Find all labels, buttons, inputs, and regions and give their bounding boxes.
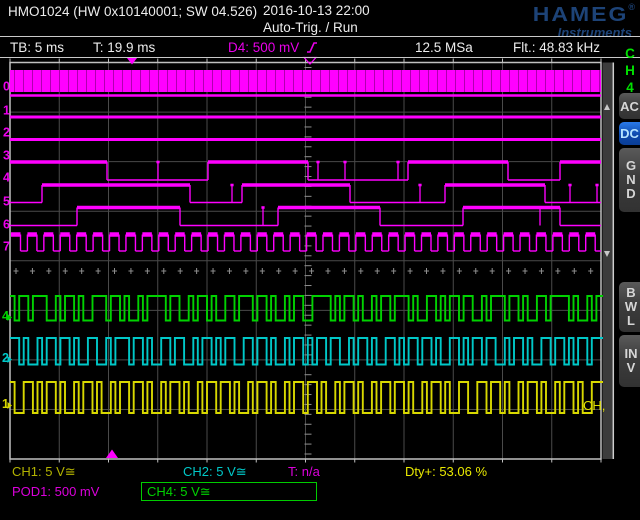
inv-button[interactable]: INV xyxy=(619,335,640,387)
analog-trace-ch1 xyxy=(10,382,603,413)
coupling-ac-button[interactable]: AC xyxy=(619,93,640,119)
sidebar-channel-label: CH4 xyxy=(623,45,637,96)
filter-readout: Flt.: 48.83 kHz xyxy=(513,40,600,55)
bwl-button[interactable]: BWL xyxy=(619,282,640,332)
datetime: 2016-10-13 22:00 xyxy=(263,3,370,18)
ch4-readout: CH4: 5 V≅ xyxy=(147,484,211,499)
statusbar-separator xyxy=(0,57,640,58)
trigger-time-readout: T: 19.9 ms xyxy=(93,40,155,55)
clipped-channel-label: CH, xyxy=(583,398,605,413)
trigger-source-text: D4: 500 mV xyxy=(228,40,299,55)
brand-subtext: Instruments xyxy=(533,26,635,39)
device-title: HMO1024 (HW 0x10140001; SW 04.526) xyxy=(8,4,257,19)
waveform-display: 01234567421CH, xyxy=(0,0,640,520)
trigger-status: Auto-Trig. / Run xyxy=(263,20,358,35)
oscilloscope-screen: 01234567421CH, HMO1024 (HW 0x10140001; S… xyxy=(0,0,640,520)
analog-trace-ch2 xyxy=(10,338,603,365)
digital-channel-label-4: 4 xyxy=(3,171,10,185)
digital-trace-comb xyxy=(11,235,601,252)
digital-channel-label-3: 3 xyxy=(3,149,10,163)
analog-trace-ch4 xyxy=(10,296,603,321)
duty-cycle-readout: Dty+: 53.06 % xyxy=(405,464,487,479)
ch4-readout-box: CH4: 5 V≅ xyxy=(141,482,317,501)
samplerate-readout: 12.5 MSa xyxy=(415,40,473,55)
rising-edge-icon xyxy=(306,41,318,54)
registered-mark: ® xyxy=(628,2,635,12)
ch1-readout: CH1: 5 V≅ xyxy=(12,464,76,480)
hameg-logo: HAMEG® Instruments xyxy=(533,3,635,39)
digital-channel-label-1: 1 xyxy=(3,104,10,118)
ch2-readout: CH2: 5 V≅ xyxy=(183,464,247,480)
digital-channel-label-0: 0 xyxy=(3,80,10,94)
trigger-source-readout: D4: 500 mV xyxy=(228,40,318,55)
digital-channel-label-2: 2 xyxy=(3,126,10,140)
header-separator xyxy=(0,36,640,37)
trigger-freq-readout: T: n/a xyxy=(288,464,320,479)
trigger-time-marker-top xyxy=(127,58,137,65)
pod1-readout: POD1: 500 mV xyxy=(12,484,99,499)
digital-trace-d0-band xyxy=(10,70,601,92)
digital-channel-label-5: 5 xyxy=(3,195,10,209)
trigger-time-marker-bottom xyxy=(106,450,118,459)
coupling-dc-button[interactable]: DC xyxy=(619,122,640,145)
timebase-readout: TB: 5 ms xyxy=(10,40,64,55)
brand-text: HAMEG xyxy=(533,4,629,24)
digital-channel-label-6: 6 xyxy=(3,218,10,232)
digital-channel-label-7: 7 xyxy=(3,240,10,254)
gnd-button[interactable]: GND xyxy=(619,148,640,212)
